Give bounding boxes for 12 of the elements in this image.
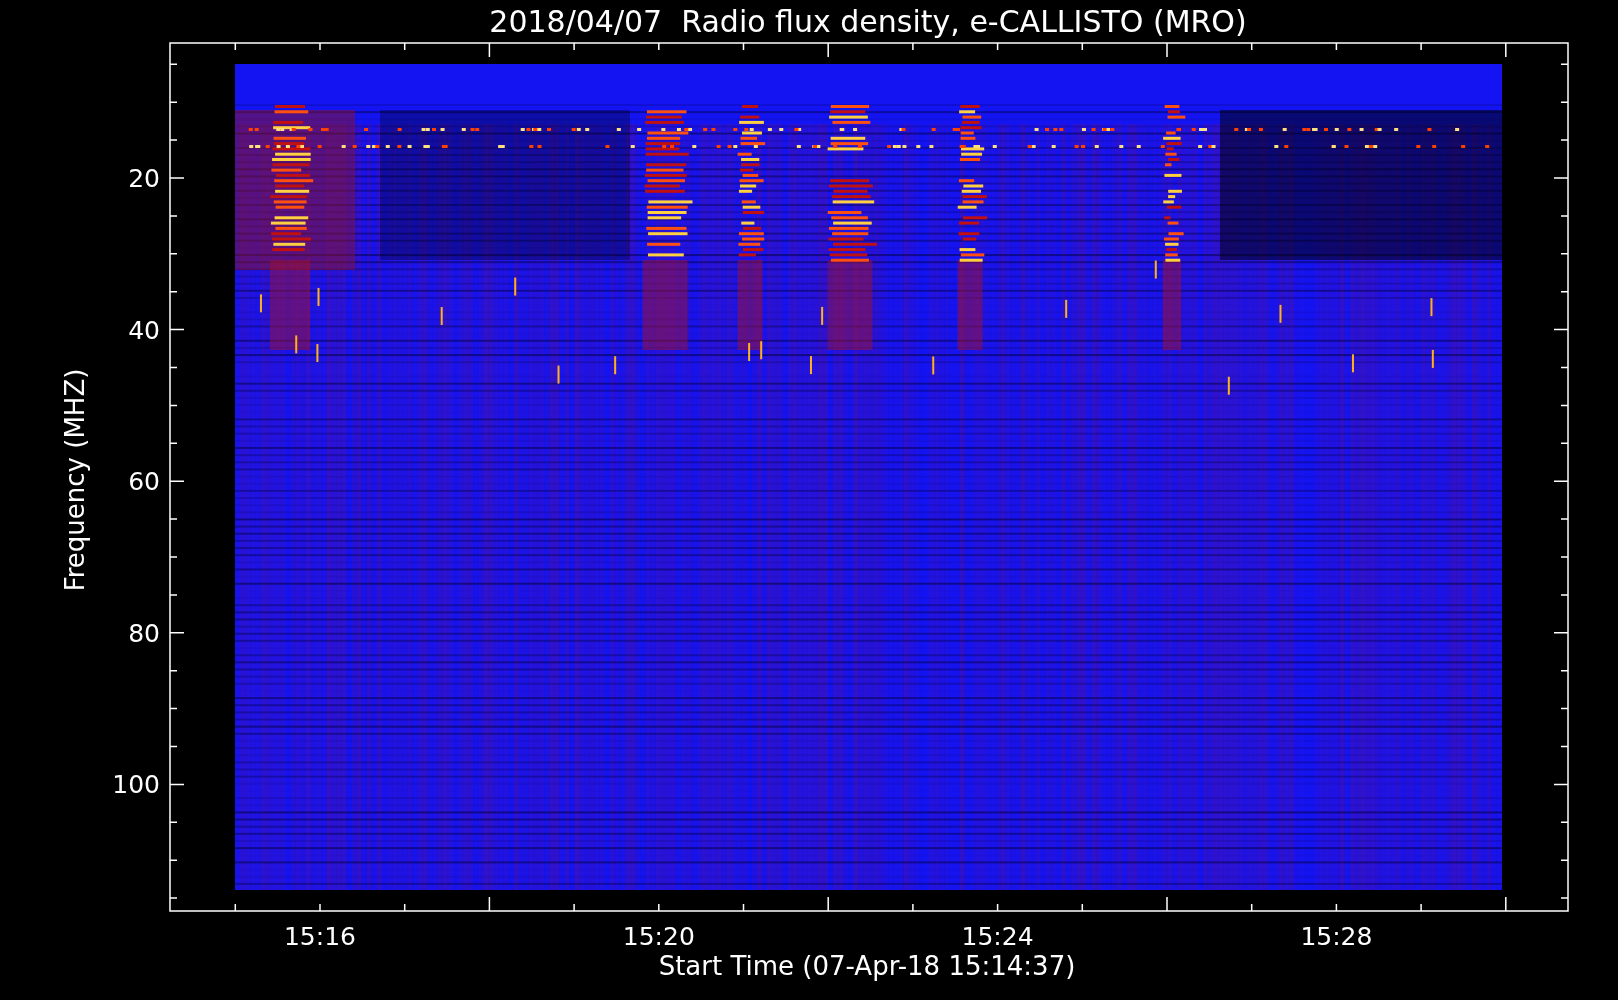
- y-tick-label: 60: [128, 467, 160, 497]
- x-tick-label: 15:20: [622, 922, 695, 951]
- y-tick-label: 20: [128, 164, 160, 193]
- x-tick-label: 15:24: [961, 922, 1034, 951]
- y-tick-label: 40: [128, 315, 160, 345]
- x-tick-label: 15:16: [284, 922, 356, 951]
- x-axis-label: Start Time (07-Apr-18 15:14:37): [658, 951, 1076, 981]
- y-tick-label: 100: [112, 770, 160, 800]
- y-tick-label: 80: [128, 618, 160, 648]
- y-axis-label: Frequency (MHZ): [60, 368, 90, 592]
- chart-title: 2018/04/07 Radio flux density, e-CALLISTO (MRO): [489, 4, 1247, 39]
- x-tick-label: 15:28: [1300, 922, 1373, 951]
